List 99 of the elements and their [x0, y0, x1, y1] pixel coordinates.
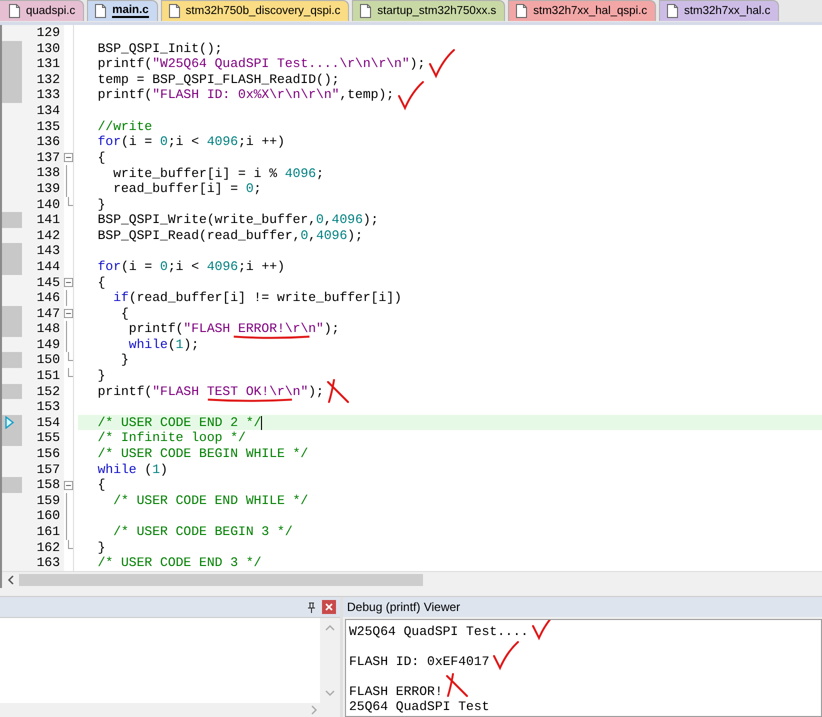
line-number: 158 — [36, 477, 61, 493]
line-number: 156 — [36, 446, 61, 462]
file-tab[interactable]: main.c — [87, 0, 158, 21]
line-number: 157 — [36, 462, 61, 478]
cross-mark — [326, 378, 350, 404]
line-number: 131 — [36, 56, 61, 72]
line-number: 146 — [36, 290, 61, 306]
line-number: 144 — [36, 258, 61, 274]
line-number: 129 — [36, 25, 61, 41]
file-tab[interactable]: startup_stm32h750xx.s — [352, 0, 506, 21]
file-icon — [168, 4, 180, 18]
line-number: 147 — [36, 306, 61, 322]
code-line: /* USER CODE BEGIN WHILE */ — [96, 446, 308, 462]
code-line: temp = BSP_QSPI_FLASH_ReadID(); — [96, 72, 340, 88]
line-number: 142 — [36, 228, 61, 244]
code-line: /* USER CODE END 3 */ — [96, 555, 262, 571]
output-line: W25Q64 QuadSPI Test.... — [349, 624, 528, 639]
line-number: 145 — [36, 274, 61, 290]
line-number: 130 — [36, 40, 61, 56]
line-number: 136 — [36, 134, 61, 150]
file-icon — [9, 4, 20, 18]
collapse-icon[interactable] — [64, 480, 73, 491]
code-line: { — [96, 274, 106, 290]
scroll-left-icon[interactable] — [7, 575, 15, 585]
code-line: printf("W25Q64 QuadSPI Test....\r\n\r\n"); — [96, 56, 426, 72]
close-icon — [325, 603, 333, 611]
line-number: 163 — [36, 555, 61, 571]
file-tab[interactable]: quadspi.c — [0, 0, 84, 21]
code-line: BSP_QSPI_Init(); — [96, 40, 222, 56]
code-line: while(1); — [128, 337, 200, 353]
line-number: 159 — [36, 492, 61, 509]
code-line: printf("FLASH ERROR!\r\n"); — [82, 321, 340, 338]
scroll-up-icon[interactable] — [325, 624, 335, 631]
line-number: 138 — [36, 165, 61, 182]
line-number: 133 — [36, 87, 61, 103]
line-number: 143 — [36, 243, 61, 259]
line-number: 137 — [36, 150, 61, 166]
code-line: BSP_QSPI_Read(read_buffer,0,4096); — [96, 228, 363, 244]
code-line: } — [120, 352, 129, 368]
code-line: write_buffer[i] = i % 4096; — [112, 166, 324, 182]
line-number: 134 — [36, 102, 61, 119]
line-number: 148 — [36, 321, 61, 338]
pin-icon[interactable] — [307, 602, 316, 612]
collapse-icon[interactable] — [64, 276, 73, 288]
file-icon — [95, 4, 106, 18]
line-number: 153 — [36, 399, 61, 415]
scrollbar-thumb[interactable] — [19, 574, 423, 586]
line-number: 161 — [36, 524, 61, 540]
line-number: 135 — [36, 118, 61, 134]
code-line: BSP_QSPI_Write(write_buffer,0,4096); — [96, 212, 378, 228]
code-line: /* USER CODE BEGIN 3 */ — [112, 524, 293, 540]
cross-mark — [444, 672, 469, 698]
code-line: printf("FLASH ID: 0x%X\r\n\r\n",temp); — [96, 87, 394, 103]
code-line: printf("FLASH TEST OK!\r\n"); — [82, 384, 324, 400]
line-number: 162 — [36, 540, 61, 556]
output-line: FLASH ID: 0xEF4017 — [349, 654, 490, 669]
check-mark — [396, 80, 424, 110]
code-line: read_buffer[i] = 0; — [112, 181, 262, 197]
panel-title: Debug (printf) Viewer — [347, 600, 460, 614]
line-number: 151 — [36, 368, 61, 384]
file-icon — [667, 4, 678, 18]
code-line: } — [96, 196, 106, 212]
collapse-icon[interactable] — [64, 308, 73, 319]
code-line: //write — [96, 118, 152, 134]
code-line: if(read_buffer[i] != write_buffer[i]) — [112, 290, 402, 306]
code-line: } — [96, 540, 106, 556]
check-mark — [491, 640, 520, 670]
line-number: 154 — [36, 414, 61, 430]
check-mark — [427, 48, 456, 78]
file-icon — [360, 4, 372, 18]
code-line: for(i = 0;i < 4096;i ++) — [96, 258, 285, 274]
code-line: /* Infinite loop */ — [96, 430, 246, 446]
scroll-right-icon[interactable] — [311, 705, 318, 715]
code-line: for(i = 0;i < 4096;i ++) — [96, 134, 285, 150]
line-number: 132 — [36, 72, 61, 88]
file-tab[interactable]: stm32h750b_discovery_qspi.c — [160, 0, 350, 21]
line-number: 139 — [36, 180, 61, 197]
code-line: /* USER CODE END 2 */ — [96, 414, 262, 430]
close-button[interactable] — [322, 600, 336, 614]
output-line: 25Q64 QuadSPI Test — [349, 699, 490, 714]
line-number: 149 — [36, 336, 61, 353]
file-tab[interactable]: stm32h7xx_hal_qspi.c — [508, 0, 656, 21]
line-number: 155 — [36, 430, 61, 446]
code-line: { — [120, 306, 129, 322]
line-number: 160 — [36, 508, 61, 524]
line-number: 150 — [36, 352, 61, 368]
file-icon — [516, 4, 528, 18]
line-number: 141 — [36, 212, 61, 228]
code-line: /* USER CODE END WHILE */ — [112, 493, 308, 509]
code-line: { — [96, 477, 106, 493]
code-line: while (1) — [96, 462, 168, 478]
scroll-down-icon[interactable] — [325, 690, 335, 697]
code-line: { — [96, 150, 106, 166]
collapse-icon[interactable] — [64, 152, 73, 164]
code-line: } — [96, 368, 106, 384]
line-number: 152 — [36, 384, 61, 400]
line-number: 140 — [36, 196, 61, 212]
file-tab[interactable]: stm32h7xx_hal.c — [659, 0, 780, 21]
output-line: FLASH ERROR! — [349, 684, 443, 699]
